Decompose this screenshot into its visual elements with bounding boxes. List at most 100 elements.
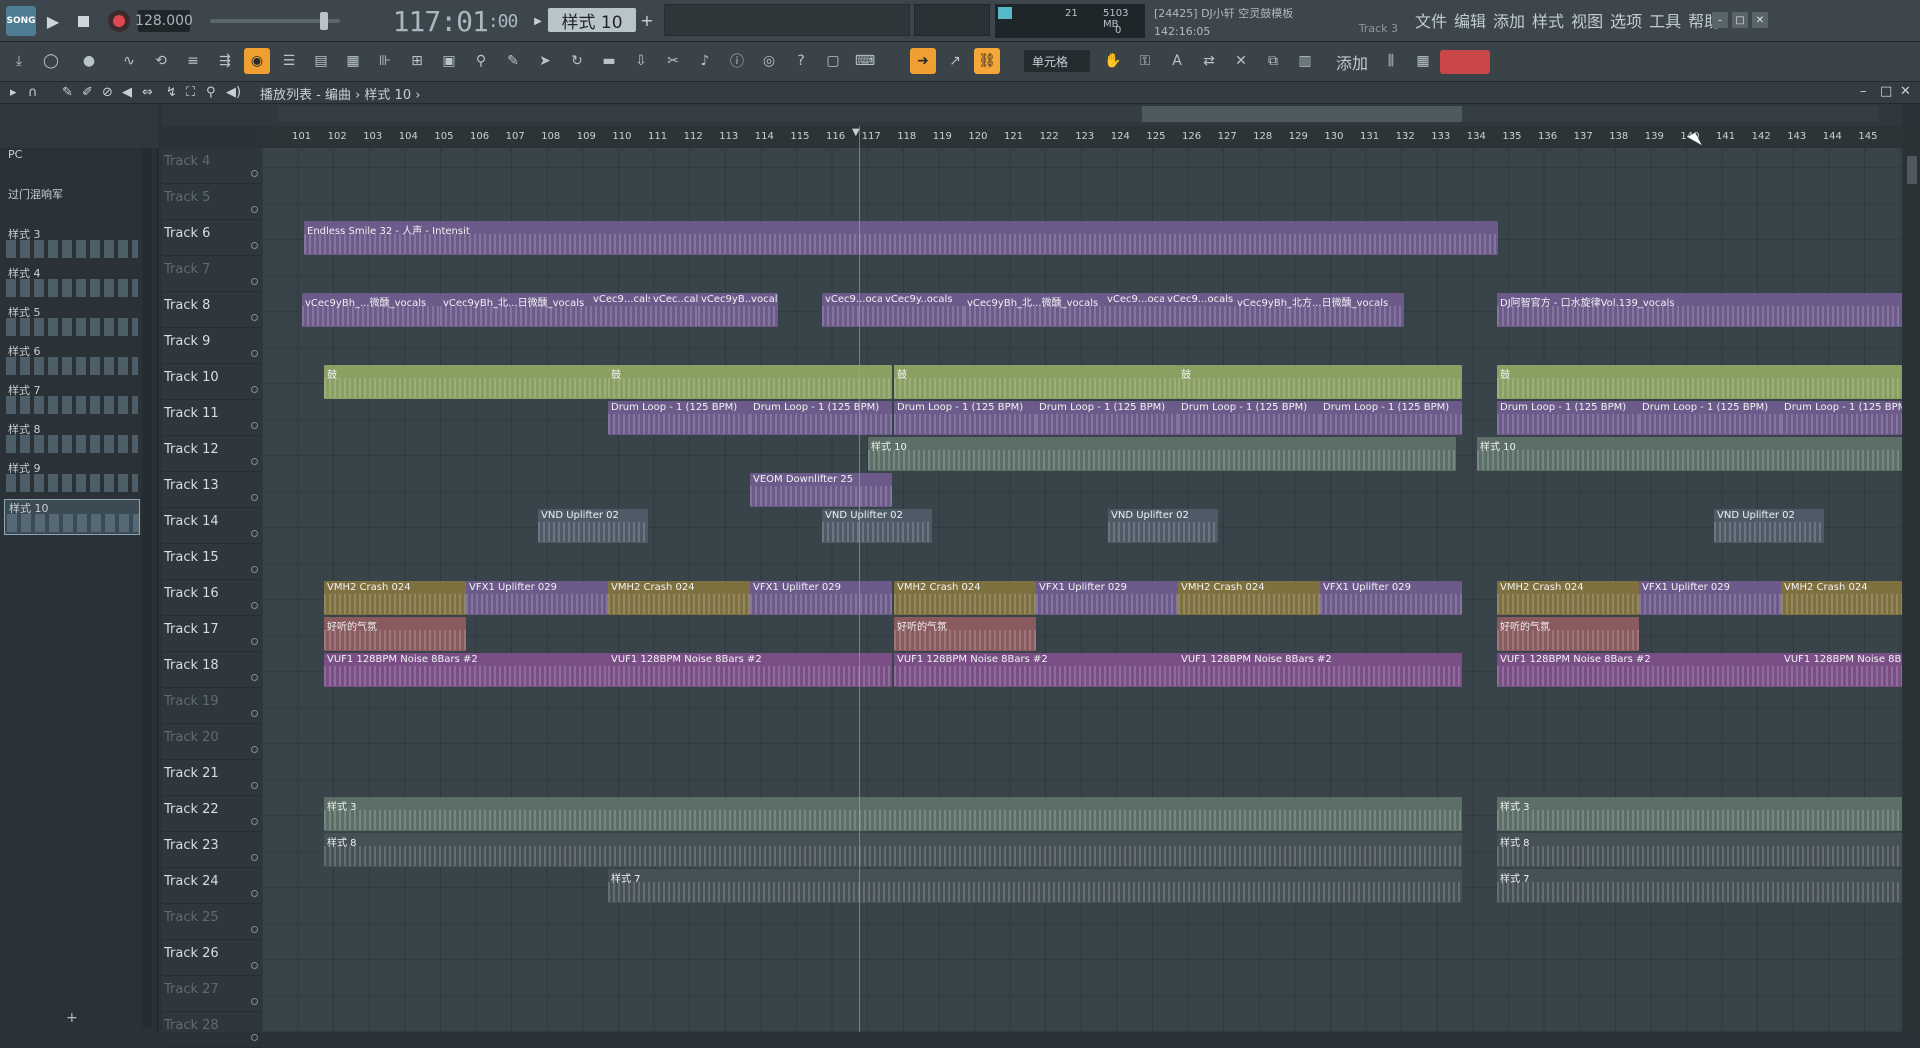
plugin-icon[interactable]: ⚲ bbox=[468, 48, 494, 74]
playlist-clip[interactable]: vCec9...ocals bbox=[1164, 293, 1234, 327]
tools-icon[interactable]: ✕ bbox=[1228, 48, 1254, 74]
track-mute-icon[interactable] bbox=[251, 1034, 258, 1041]
track-header[interactable]: Track 9 bbox=[162, 328, 262, 364]
track-header[interactable]: Track 28 bbox=[162, 1012, 262, 1048]
playlist-clip[interactable]: 好听的气氛 bbox=[1497, 617, 1639, 651]
refresh-icon[interactable]: ↻ bbox=[564, 48, 590, 74]
track-mute-icon[interactable] bbox=[251, 710, 258, 717]
playhead-marker-icon[interactable]: ▼ bbox=[852, 127, 866, 138]
track-mute-icon[interactable] bbox=[251, 782, 258, 789]
play-icon[interactable]: ▶ bbox=[42, 10, 64, 32]
track-mute-icon[interactable] bbox=[251, 890, 258, 897]
blend-icon[interactable]: ⇶ bbox=[212, 48, 238, 74]
track-header[interactable]: Track 18 bbox=[162, 652, 262, 688]
track-mute-icon[interactable] bbox=[251, 818, 258, 825]
draw-icon[interactable]: ✎ bbox=[62, 85, 73, 100]
track-mute-icon[interactable] bbox=[251, 314, 258, 321]
track-header[interactable]: Track 11 bbox=[162, 400, 262, 436]
track-header[interactable]: Track 8 bbox=[162, 292, 262, 328]
playlist-clip[interactable]: 样式 8 bbox=[324, 833, 1462, 867]
playlist-scrollbar[interactable] bbox=[1904, 126, 1920, 1032]
menu-add[interactable]: 添加 bbox=[1493, 8, 1525, 32]
song-mode-button[interactable]: SONG bbox=[6, 6, 36, 36]
zoom-icon[interactable]: ⚲ bbox=[206, 85, 216, 100]
playlist-clip[interactable]: VMH2 Crash 024 bbox=[1178, 581, 1320, 615]
arrow-icon[interactable]: ➤ bbox=[532, 48, 558, 74]
pattern-item[interactable]: 样式 6 bbox=[4, 343, 140, 379]
loop-icon[interactable]: ⟲ bbox=[148, 48, 174, 74]
track-mute-icon[interactable] bbox=[251, 422, 258, 429]
magnet-icon[interactable]: ∩ bbox=[28, 85, 38, 100]
track-mute-icon[interactable] bbox=[251, 566, 258, 573]
playback-icon[interactable]: ◀) bbox=[226, 85, 241, 100]
arrangement-color-icon[interactable] bbox=[1440, 50, 1490, 74]
playlist-clip[interactable]: 样式 3 bbox=[324, 797, 1462, 831]
playlist-clip[interactable]: VEOM Downlifter 25 bbox=[750, 473, 892, 507]
slip-icon[interactable]: ⇔ bbox=[142, 85, 153, 100]
record-mode-icon[interactable]: ◉ bbox=[244, 48, 270, 74]
playlist-clip[interactable]: vCec9y..ocals bbox=[882, 293, 964, 327]
menu-options[interactable]: 选项 bbox=[1610, 8, 1642, 32]
playlist-clip[interactable]: Drum Loop - 1 (125 BPM) bbox=[894, 401, 1036, 435]
clipboard-icon[interactable]: ▣ bbox=[436, 48, 462, 74]
playlist-clip[interactable]: VFX1 Uplifter 029 bbox=[466, 581, 608, 615]
track-header[interactable]: Track 25 bbox=[162, 904, 262, 940]
playlist-clip[interactable]: VFX1 Uplifter 029 bbox=[1320, 581, 1462, 615]
playlist-clip[interactable]: 样式 10 bbox=[868, 437, 1456, 471]
copy-icon[interactable]: ⧉ bbox=[1260, 48, 1286, 74]
playlist-clip[interactable]: Drum Loop - 1 (125 BPM) bbox=[750, 401, 892, 435]
track-header[interactable]: Track 22 bbox=[162, 796, 262, 832]
thumb-icon[interactable]: ✋ bbox=[1100, 48, 1126, 74]
slice-icon[interactable]: ↯ bbox=[166, 85, 177, 100]
playlist-clip[interactable]: 好听的气氛 bbox=[894, 617, 1036, 651]
menu-view[interactable]: 视图 bbox=[1571, 8, 1603, 32]
playlist-clip[interactable]: Drum Loop - 1 (125 BPM) bbox=[1781, 401, 1902, 435]
track-mute-icon[interactable] bbox=[251, 962, 258, 969]
playlist-clip[interactable]: VFX1 Uplifter 029 bbox=[750, 581, 892, 615]
cut-icon[interactable]: ✂ bbox=[660, 48, 686, 74]
playlist-clip[interactable]: VMH2 Crash 024 bbox=[608, 581, 750, 615]
menu-pattern[interactable]: 样式 bbox=[1532, 8, 1564, 32]
track-header[interactable]: Track 6 bbox=[162, 220, 262, 256]
playlist-clip[interactable]: vCec9yBh_北方...日微醺_vocals bbox=[1234, 293, 1404, 327]
playlist-clip[interactable]: vCec..cals bbox=[650, 293, 698, 327]
track-header[interactable]: Track 14 bbox=[162, 508, 262, 544]
pattern-item[interactable]: 样式 3 bbox=[4, 226, 140, 262]
playlist-clip[interactable]: 好听的气氛 bbox=[324, 617, 466, 651]
piano-roll-icon[interactable]: ▤ bbox=[308, 48, 334, 74]
playlist-clip[interactable]: vCec9...cals bbox=[590, 293, 650, 327]
scrollbar-thumb[interactable] bbox=[1907, 156, 1917, 184]
playlist-clip[interactable]: 鼓 bbox=[324, 365, 608, 399]
playlist-clip[interactable]: VND Uplifter 02 bbox=[538, 509, 648, 543]
add-pattern-button[interactable]: + bbox=[66, 1010, 78, 1026]
track-header[interactable]: Track 27 bbox=[162, 976, 262, 1012]
menu-file[interactable]: 文件 bbox=[1415, 8, 1447, 32]
add-button[interactable]: 添加 bbox=[1336, 50, 1368, 74]
master-volume-slider[interactable] bbox=[210, 12, 340, 30]
track-header[interactable]: Track 23 bbox=[162, 832, 262, 868]
maximize-icon[interactable]: □ bbox=[1732, 12, 1748, 28]
playlist-clip[interactable]: vCec9...ocals bbox=[1104, 293, 1164, 327]
menu-tools[interactable]: 工具 bbox=[1649, 8, 1681, 32]
track-header[interactable]: Track 16 bbox=[162, 580, 262, 616]
track-header[interactable]: Track 19 bbox=[162, 688, 262, 724]
help-icon[interactable]: ? bbox=[788, 48, 814, 74]
next-arrow-icon[interactable]: ➜ bbox=[910, 48, 936, 74]
playlist-clip[interactable]: VUF1 128BPM Noise 8Bars #2 bbox=[608, 653, 892, 687]
mute-icon[interactable]: ◀ bbox=[122, 85, 132, 100]
track-mute-icon[interactable] bbox=[251, 746, 258, 753]
pattern-item[interactable]: 样式 5 bbox=[4, 304, 140, 340]
track-header[interactable]: Track 17 bbox=[162, 616, 262, 652]
pattern-prev-icon[interactable]: ▶ bbox=[532, 10, 544, 32]
key-icon[interactable]: ⚿ bbox=[1132, 48, 1158, 74]
track-mute-icon[interactable] bbox=[251, 998, 258, 1005]
split-icon[interactable]: ⫼ bbox=[1378, 48, 1404, 74]
playlist-icon[interactable]: ☰ bbox=[276, 48, 302, 74]
wave-icon[interactable]: ∿ bbox=[116, 48, 142, 74]
browser-icon[interactable]: ⊞ bbox=[404, 48, 430, 74]
playlist-clip[interactable]: VND Uplifter 02 bbox=[822, 509, 932, 543]
playlist-grid[interactable]: Endless Smile 32 - 人声 - Intensit vCec9yBh… bbox=[262, 148, 1902, 1032]
playlist-clip[interactable]: VMH2 Crash 024 bbox=[1497, 581, 1639, 615]
channel-rack-icon[interactable]: ▦ bbox=[340, 48, 366, 74]
playlist-clip[interactable]: VUF1 128BPM Noise 8Bars #2 bbox=[1497, 653, 1781, 687]
